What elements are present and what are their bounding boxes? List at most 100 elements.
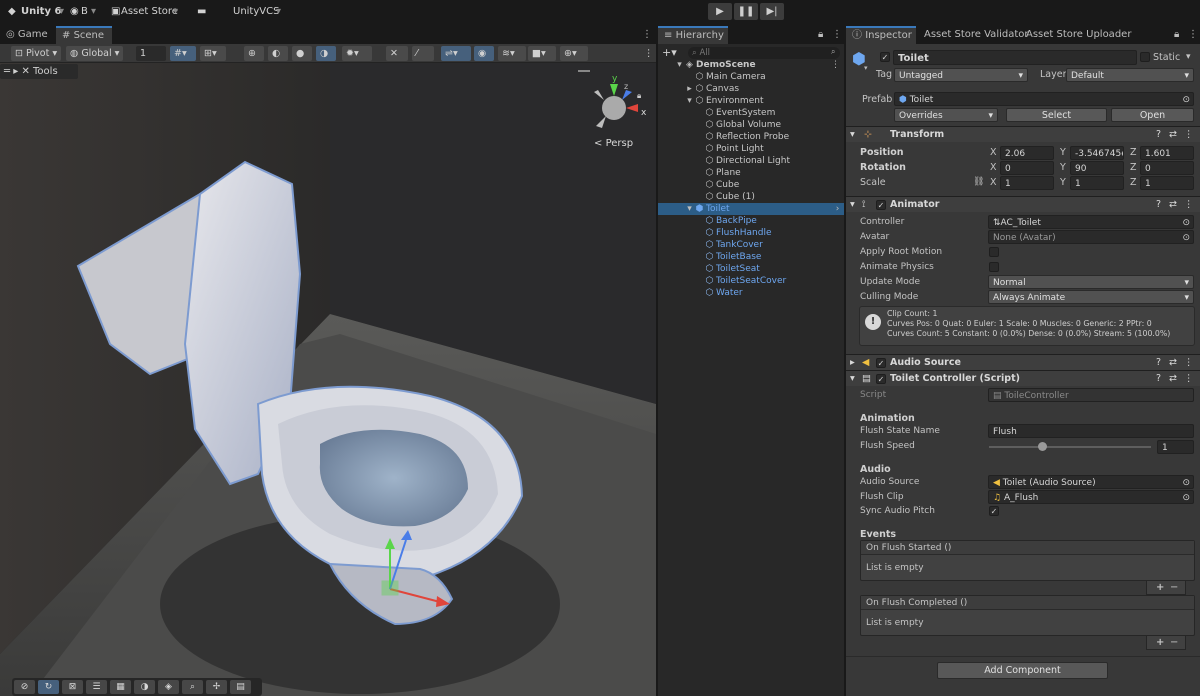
scale-y-field[interactable]: 1	[1070, 176, 1124, 190]
rotate-tool-icon[interactable]: ↻	[38, 680, 59, 694]
component-menu-icon[interactable]: ⋮	[1184, 355, 1194, 370]
zoom-tool-icon[interactable]: ⌕	[182, 680, 203, 694]
add-event-button[interactable]: +	[1156, 636, 1164, 649]
axis-label[interactable]: Z	[1130, 162, 1137, 173]
animator-header[interactable]: ▾ ⟟ ✓ Animator ? ⇄ ⋮	[846, 196, 1200, 212]
rect-tool-icon[interactable]: ▦	[110, 680, 131, 694]
rotation-x-field[interactable]: 0	[1000, 161, 1054, 175]
flush-speed-field[interactable]: 1	[1157, 440, 1194, 454]
move-tool-icon[interactable]: ⊠	[62, 680, 83, 694]
kebab-menu-icon[interactable]: ⋮	[636, 26, 658, 44]
cloud-icon[interactable]: ▬	[197, 5, 206, 19]
hierarchy-item[interactable]: ⬡ BackPipe	[658, 215, 844, 227]
hierarchy-item[interactable]: ⬡ Point Light	[658, 143, 844, 155]
slider-thumb[interactable]	[1038, 442, 1047, 451]
help-icon[interactable]: ?	[1156, 355, 1161, 370]
audio-source-enabled-checkbox[interactable]: ✓	[876, 358, 886, 368]
component-menu-icon[interactable]: ⋮	[1184, 371, 1194, 386]
presets-icon[interactable]: ⇄	[1169, 197, 1177, 212]
position-z-field[interactable]: 1.601	[1140, 146, 1194, 160]
account-button[interactable]: B	[81, 5, 88, 19]
step-button[interactable]: ▶|	[760, 3, 784, 20]
hierarchy-item[interactable]: ⬡ Directional Light	[658, 155, 844, 167]
pivot-dropdown[interactable]: ⊡ Pivot ▾	[11, 46, 61, 61]
constrain-proportions-icon[interactable]: ⛓	[973, 177, 984, 187]
visibility-icon[interactable]: ◉	[474, 46, 494, 61]
snap-value-field[interactable]: 1	[136, 46, 166, 61]
apply-root-motion-checkbox[interactable]	[989, 247, 999, 257]
icon-chevron[interactable]: ▾	[864, 64, 868, 72]
hierarchy-item[interactable]: ⬡ Plane	[658, 167, 844, 179]
flush-clip-field[interactable]: ♫ A_Flush ⊙	[988, 490, 1194, 504]
lit-icon[interactable]: ◑	[316, 46, 336, 61]
axis-label[interactable]: Y	[1060, 177, 1066, 188]
presets-icon[interactable]: ⇄	[1169, 371, 1177, 386]
culling-mode-dropdown[interactable]: Always Animate ▾	[988, 290, 1194, 304]
hierarchy-search-input[interactable]: ⌕ All	[688, 47, 840, 59]
position-y-field[interactable]: -3.546745e	[1070, 146, 1124, 160]
effects-icon[interactable]: ⁄	[412, 46, 434, 61]
controller-field[interactable]: ⇅AC_Toilet ⊙	[988, 215, 1194, 229]
lock-icon[interactable]: 🔒︎	[637, 91, 641, 101]
gizmos-icon[interactable]: ⊕▾	[560, 46, 588, 61]
hierarchy-item[interactable]: ⬡ Global Volume	[658, 119, 844, 131]
position-x-field[interactable]: 2.06	[1000, 146, 1054, 160]
hierarchy-item[interactable]: ⬡ Water	[658, 287, 844, 299]
sync-audio-pitch-checkbox[interactable]: ✓	[989, 506, 999, 516]
hierarchy-item[interactable]: ⬡ Cube	[658, 179, 844, 191]
projection-toggle[interactable]: < Persp	[594, 138, 633, 149]
tools-overlay[interactable]: ═ ▸ ✕ Tools	[0, 64, 78, 79]
transform-tool-icon[interactable]: ◑	[134, 680, 155, 694]
prefab-field[interactable]: ⬢ Toilet ⊙	[894, 92, 1194, 106]
layers-icon[interactable]: ≋▾	[498, 46, 526, 61]
help-icon[interactable]: ?	[1156, 127, 1161, 142]
scene-view[interactable]: ═ ▸ ✕ Tools y x z 🔒︎ < Persp	[0, 44, 656, 696]
search-options-icon[interactable]: ⌕	[831, 47, 835, 57]
hierarchy-item[interactable]: ⬡ Main Camera	[658, 71, 844, 83]
hierarchy-menu-icon[interactable]: ⋮	[826, 26, 848, 44]
dropdown-chevron-icon[interactable]: ▾	[59, 5, 64, 19]
avatar-field[interactable]: None (Avatar) ⊙	[988, 230, 1194, 244]
global-dropdown[interactable]: ◍ Global ▾	[66, 46, 123, 61]
component-menu-icon[interactable]: ⋮	[1184, 197, 1194, 212]
asset-store-chevron-icon[interactable]: ▾	[173, 5, 178, 19]
tab-scene[interactable]: # Scene	[56, 26, 112, 44]
prefab-open-arrow-icon[interactable]: ›	[832, 203, 843, 215]
component-menu-icon[interactable]: ⋮	[1184, 127, 1194, 142]
asset-store-button[interactable]: Asset Store	[121, 5, 178, 19]
tab-inspector[interactable]: ⓘ Inspector	[846, 26, 916, 44]
view-tool-icon[interactable]: ▤	[230, 680, 251, 694]
select-button[interactable]: Select	[1006, 108, 1107, 122]
open-button[interactable]: Open	[1111, 108, 1194, 122]
hierarchy-item[interactable]: ⬡ ToiletSeatCover	[658, 275, 844, 287]
unlit-icon[interactable]: ●	[292, 46, 312, 61]
hierarchy-item[interactable]: ⬡ TankCover	[658, 239, 844, 251]
toilet-controller-enabled-checkbox[interactable]: ✓	[876, 374, 886, 384]
hierarchy-item[interactable]: ⬡ FlushHandle	[658, 227, 844, 239]
custom-tool-icon[interactable]: ◈	[158, 680, 179, 694]
hierarchy-item[interactable]: ⬡ Reflection Probe	[658, 131, 844, 143]
scene-menu-icon[interactable]: ⋮	[640, 46, 654, 61]
play-button[interactable]: ▶	[708, 3, 732, 20]
axis-label[interactable]: Z	[1130, 147, 1137, 158]
help-icon[interactable]: ?	[1156, 371, 1161, 386]
add-component-button[interactable]: Add Component	[937, 662, 1108, 679]
add-icon[interactable]: +▾	[662, 46, 677, 59]
object-name-field[interactable]: Toilet	[893, 50, 1137, 65]
flush-speed-slider[interactable]	[989, 442, 1151, 451]
overlay-handle[interactable]	[578, 70, 590, 72]
tab-game[interactable]: ◎ Game	[0, 26, 54, 44]
lighting-icon[interactable]: ✹▾	[342, 46, 372, 61]
hierarchy-item[interactable]: ⬡ ToiletBase	[658, 251, 844, 263]
shaded-icon[interactable]: ⊕	[244, 46, 264, 61]
hierarchy-item[interactable]: ▾ ⬢ Toilet ›	[658, 203, 844, 215]
vcs-chevron-icon[interactable]: ▾	[276, 5, 281, 19]
scale-x-field[interactable]: 1	[1000, 176, 1054, 190]
scale-tool-icon[interactable]: ☰	[86, 680, 107, 694]
remove-event-button[interactable]: −	[1170, 581, 1178, 594]
presets-icon[interactable]: ⇄	[1169, 127, 1177, 142]
hierarchy-item[interactable]: ▸ ⬡ Canvas	[658, 83, 844, 95]
scene-menu-icon[interactable]: ⋮	[830, 59, 841, 71]
pause-button[interactable]: ❚❚	[734, 3, 758, 20]
hierarchy-item[interactable]: ▾ ◈ DemoScene ⋮	[658, 59, 844, 71]
